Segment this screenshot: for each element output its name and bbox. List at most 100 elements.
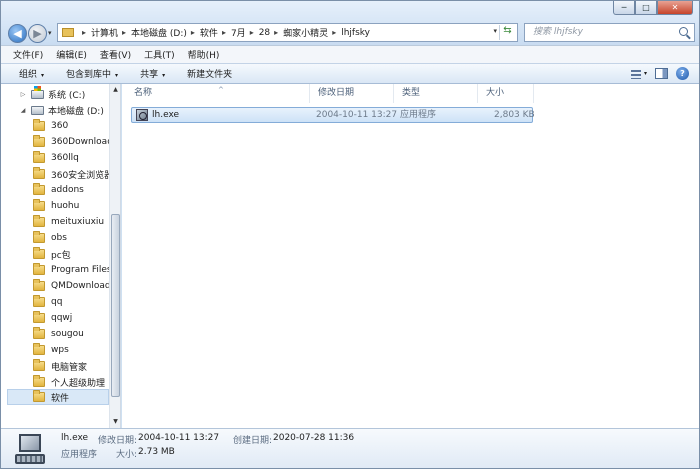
nav-item-folder[interactable]: QMDownload [33, 278, 111, 294]
nav-item-folder[interactable]: wps [33, 342, 69, 358]
navpane-scrollbar[interactable]: ▲ ▼ [109, 84, 120, 428]
executable-large-icon [15, 434, 47, 466]
breadcrumb-28[interactable]: 28 [259, 28, 270, 38]
new-folder-button[interactable]: 新建文件夹 [187, 67, 232, 80]
nav-item-folder[interactable]: addons [33, 182, 84, 198]
folder-icon [33, 151, 45, 163]
nav-item-folder[interactable]: 360安全浏览器 [33, 166, 113, 182]
nav-item-folder[interactable]: Program Files [33, 262, 112, 278]
folder-icon [33, 343, 45, 355]
back-arrow-icon[interactable]: ◀ [8, 24, 27, 43]
menu-help[interactable]: 帮助(H) [188, 48, 220, 61]
refresh-icon[interactable]: ⇆ [499, 25, 515, 40]
nav-item-folder[interactable]: sougou [33, 326, 84, 342]
column-header-type[interactable]: 类型 [394, 84, 478, 103]
scroll-up-icon[interactable]: ▲ [110, 84, 120, 96]
chevron-down-icon[interactable]: ▾ [493, 27, 497, 35]
column-header-size[interactable]: 大小 [478, 84, 534, 103]
share-button[interactable]: 共享 ▾ [140, 67, 165, 80]
folder-icon [33, 199, 45, 211]
nav-item-label: 360 [51, 121, 69, 131]
nav-item-folder[interactable]: 电脑管家 [33, 358, 87, 374]
breadcrumb-separator[interactable]: ▸ [191, 28, 195, 37]
folder-icon [33, 359, 45, 371]
close-button[interactable]: ✕ [657, 1, 693, 15]
nav-item-folder-selected[interactable]: 软件 [7, 389, 109, 405]
nav-item-label: meituxiuxiu [51, 217, 105, 227]
chevron-down-icon: ▾ [162, 72, 166, 79]
title-bar: ─ □ ✕ ◀ ▶ ▾ ▸ 计算机 ▸ 本地磁盘 (D:) ▸ 软件 ▸ 7月 … [1, 1, 699, 45]
nav-item-folder[interactable]: qqwj [33, 310, 72, 326]
organize-button[interactable]: 组织 ▾ [19, 67, 44, 80]
address-bar[interactable]: ▸ 计算机 ▸ 本地磁盘 (D:) ▸ 软件 ▸ 7月 ▸ 28 ▸ 蜘家小精灵… [57, 23, 518, 42]
nav-item-label: 360llq [51, 153, 79, 163]
nav-item-folder[interactable]: qq [33, 294, 62, 310]
nav-item-folder[interactable]: 个人超级助理 [33, 374, 105, 390]
view-controls: ▾ ? [623, 67, 689, 80]
chevron-down-icon[interactable]: ▾ [644, 70, 647, 77]
nav-item-folder[interactable]: 360llq [33, 150, 79, 166]
menu-tools[interactable]: 工具(T) [144, 48, 175, 61]
breadcrumb-separator[interactable]: ▸ [222, 28, 226, 37]
details-modified-label: 修改日期: [98, 436, 138, 446]
chevron-down-icon: ▾ [41, 72, 45, 79]
recent-pages-dropdown[interactable]: ▾ [48, 29, 52, 37]
breadcrumb-drive-d[interactable]: 本地磁盘 (D:) [131, 26, 187, 39]
breadcrumb-separator[interactable]: ▸ [332, 28, 336, 37]
help-icon[interactable]: ? [676, 67, 689, 80]
nav-item-label: addons [51, 185, 84, 195]
include-in-library-button[interactable]: 包含到库中 ▾ [66, 67, 118, 80]
nav-item-folder[interactable]: 360Downloads [33, 134, 118, 150]
breadcrumb-july[interactable]: 7月 [231, 26, 246, 39]
command-bar: 组织 ▾ 包含到库中 ▾ 共享 ▾ 新建文件夹 ▾ ? [1, 63, 699, 84]
scroll-down-icon[interactable]: ▼ [110, 416, 120, 428]
details-modified-value: 2004-10-11 13:27 [138, 433, 220, 443]
nav-item-drive-d[interactable]: ◢ 本地磁盘 (D:) [19, 102, 104, 118]
nav-item-drive-c[interactable]: ▷ 系统 (C:) [19, 85, 85, 102]
search-input[interactable]: 搜索 lhjfsky [524, 23, 695, 42]
breadcrumb-separator[interactable]: ▸ [250, 28, 254, 37]
folder-icon [33, 247, 45, 259]
preview-pane-icon[interactable] [655, 68, 668, 79]
nav-item-label: 本地磁盘 (D:) [48, 106, 104, 117]
nav-item-label: obs [51, 233, 67, 243]
details-created-value: 2020-07-28 11:36 [273, 433, 355, 443]
breadcrumb-current[interactable]: lhjfsky [341, 28, 370, 38]
breadcrumb-separator[interactable]: ▸ [274, 28, 278, 37]
nav-item-label: Program Files [51, 265, 112, 275]
column-header-name[interactable]: 名称 ^ [126, 84, 310, 103]
folder-icon [33, 167, 45, 179]
search-icon[interactable] [679, 27, 688, 36]
folder-icon [33, 119, 45, 131]
minimize-button[interactable]: ─ [613, 1, 635, 15]
system-drive-icon [31, 85, 44, 99]
nav-item-label: pc包 [51, 250, 71, 261]
nav-item-folder[interactable]: 360 [33, 118, 68, 134]
nav-item-folder[interactable]: meituxiuxiu [33, 214, 104, 230]
forward-arrow-icon[interactable]: ▶ [28, 24, 47, 43]
breadcrumb-separator[interactable]: ▸ [122, 28, 126, 37]
details-created-label: 创建日期: [233, 436, 273, 446]
nav-item-folder[interactable]: pc包 [33, 246, 71, 262]
change-view-icon[interactable] [630, 69, 641, 79]
folder-icon [33, 183, 45, 195]
menu-view[interactable]: 查看(V) [100, 48, 131, 61]
scroll-thumb[interactable] [111, 214, 120, 397]
collapse-arrow-icon[interactable]: ◢ [19, 107, 27, 114]
maximize-button[interactable]: □ [635, 1, 657, 15]
file-row[interactable]: lh.exe 2004-10-11 13:27 应用程序 2,803 KB [131, 107, 535, 123]
nav-item-label: 电脑管家 [51, 362, 88, 373]
column-header-modified[interactable]: 修改日期 [310, 84, 394, 103]
breadcrumb-software[interactable]: 软件 [200, 26, 218, 39]
breadcrumb-separator[interactable]: ▸ [82, 28, 86, 37]
menu-file[interactable]: 文件(F) [13, 48, 43, 61]
nav-item-folder[interactable]: obs [33, 230, 67, 246]
nav-item-label: wps [51, 345, 69, 355]
nav-item-label: QMDownload [51, 281, 111, 291]
window-controls: ─ □ ✕ [613, 1, 693, 15]
menu-edit[interactable]: 编辑(E) [56, 48, 87, 61]
breadcrumb-computer[interactable]: 计算机 [91, 26, 118, 39]
expand-arrow-icon[interactable]: ▷ [19, 91, 27, 98]
nav-item-folder[interactable]: huohu [33, 198, 79, 214]
breadcrumb-app-folder[interactable]: 蜘家小精灵 [283, 26, 328, 39]
